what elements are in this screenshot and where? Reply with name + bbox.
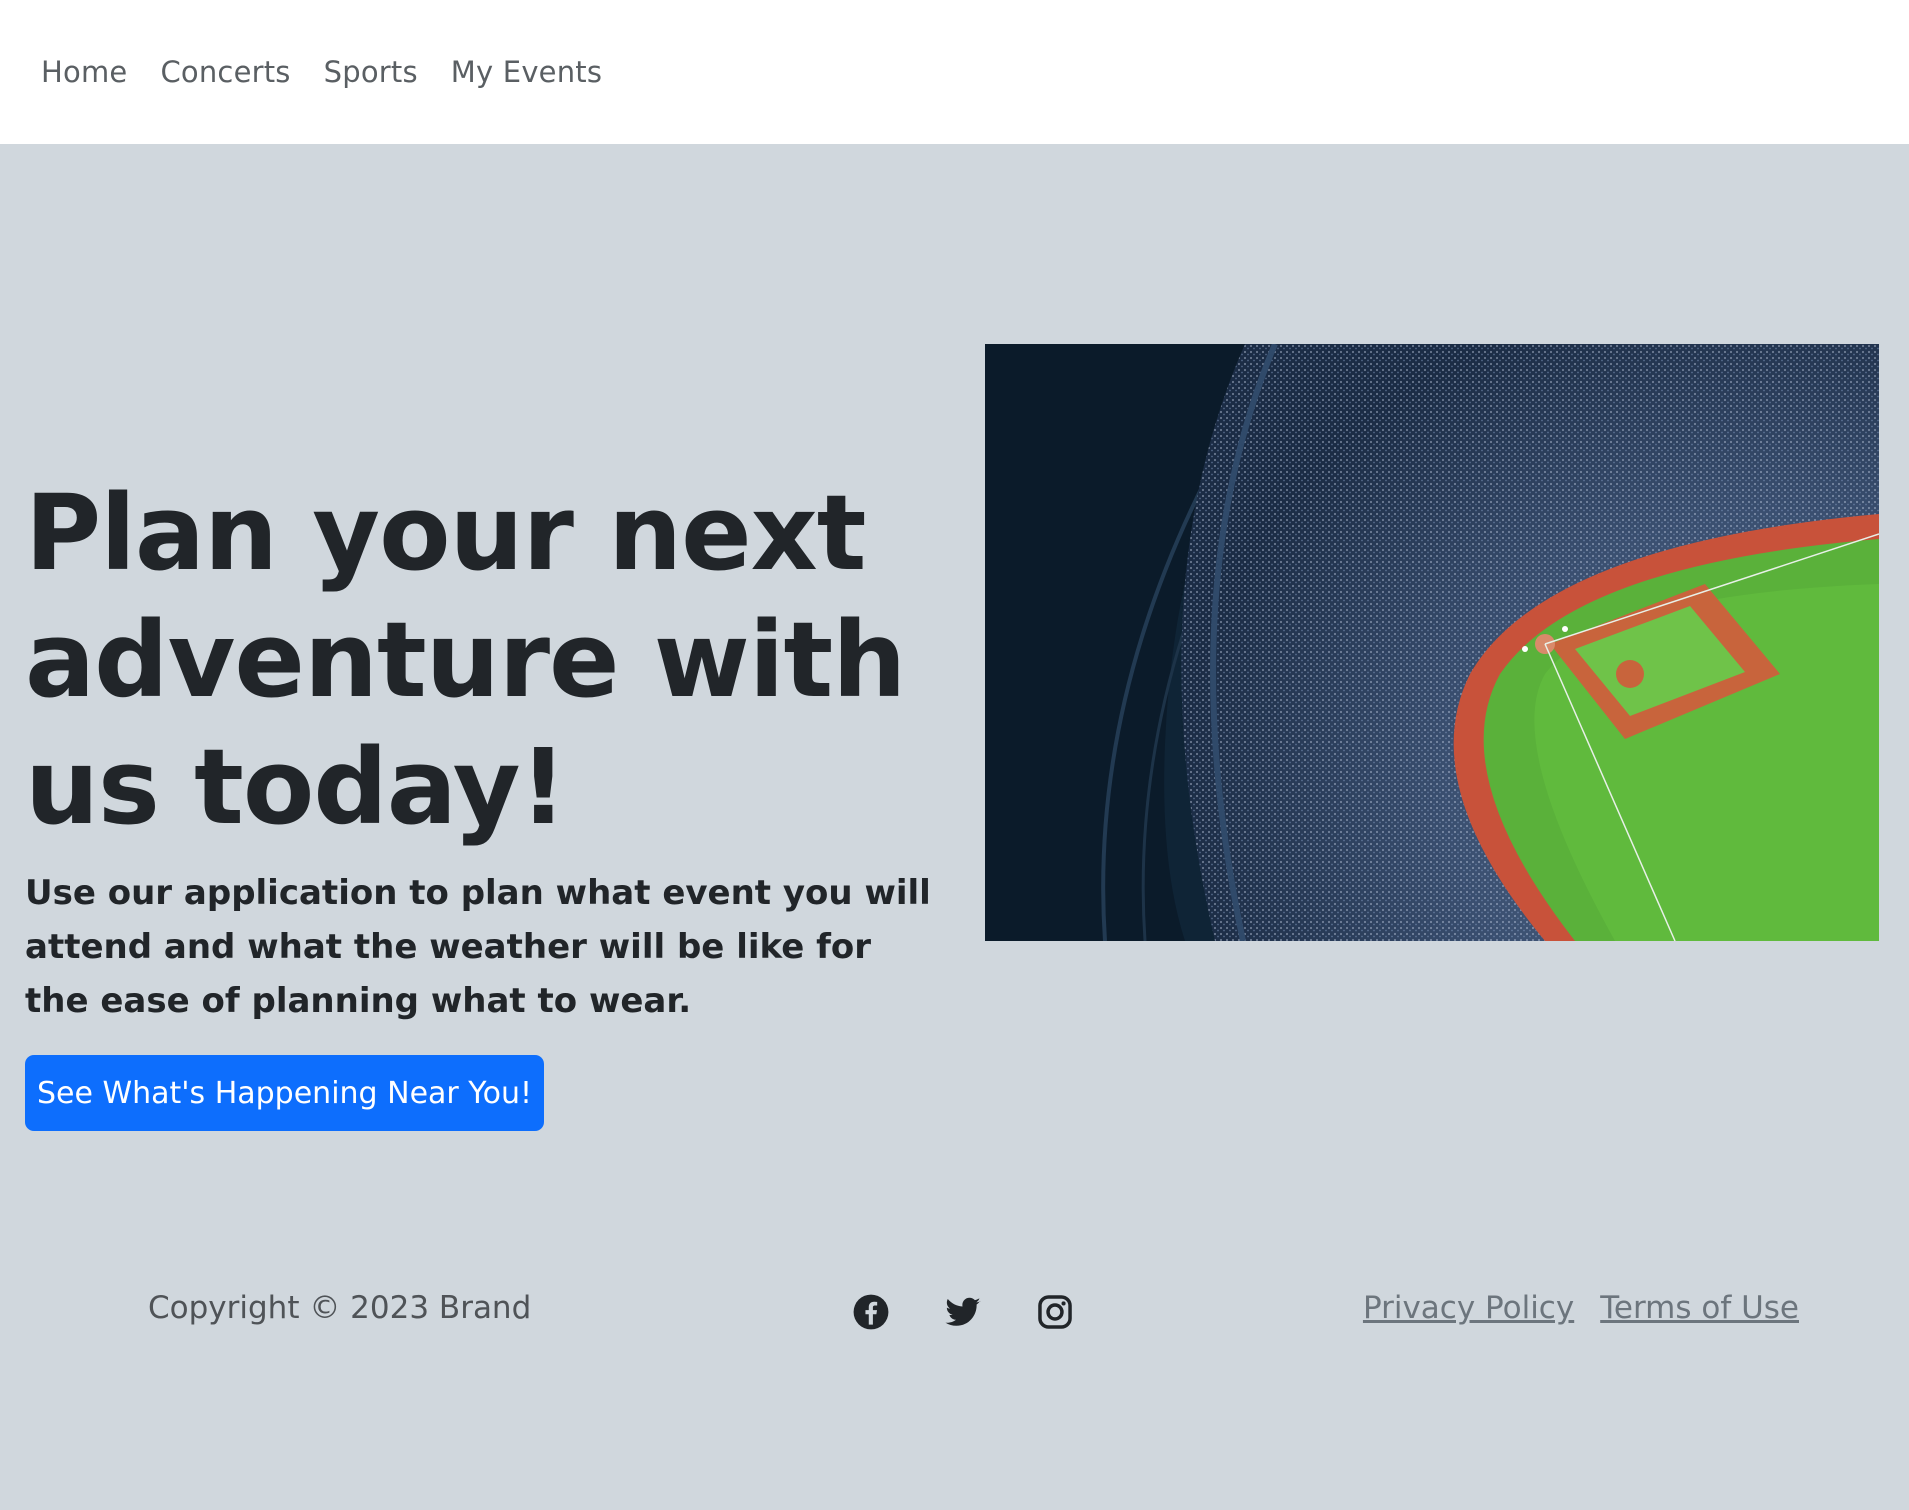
privacy-policy-link[interactable]: Privacy Policy xyxy=(1363,1290,1574,1326)
copyright-text: Copyright © 2023 Brand xyxy=(148,1290,532,1326)
nav-link-home[interactable]: Home xyxy=(41,55,127,89)
instagram-icon[interactable] xyxy=(1036,1293,1074,1331)
terms-of-use-link[interactable]: Terms of Use xyxy=(1600,1290,1799,1326)
social-links xyxy=(852,1292,1074,1332)
twitter-icon[interactable] xyxy=(944,1293,982,1331)
facebook-icon[interactable] xyxy=(852,1293,890,1331)
nav-link-concerts[interactable]: Concerts xyxy=(160,55,290,89)
see-whats-happening-button[interactable]: See What's Happening Near You! xyxy=(25,1055,544,1131)
top-navbar: Home Concerts Sports My Events xyxy=(0,0,1909,144)
nav-link-my-events[interactable]: My Events xyxy=(451,55,602,89)
nav-link-sports[interactable]: Sports xyxy=(324,55,418,89)
footer-links: Privacy Policy Terms of Use xyxy=(1363,1290,1799,1326)
hero-title: Plan your next adventure with us today! xyxy=(25,472,906,848)
stadium-photo xyxy=(985,344,1879,941)
hero-description: Use our application to plan what event y… xyxy=(25,873,931,1021)
